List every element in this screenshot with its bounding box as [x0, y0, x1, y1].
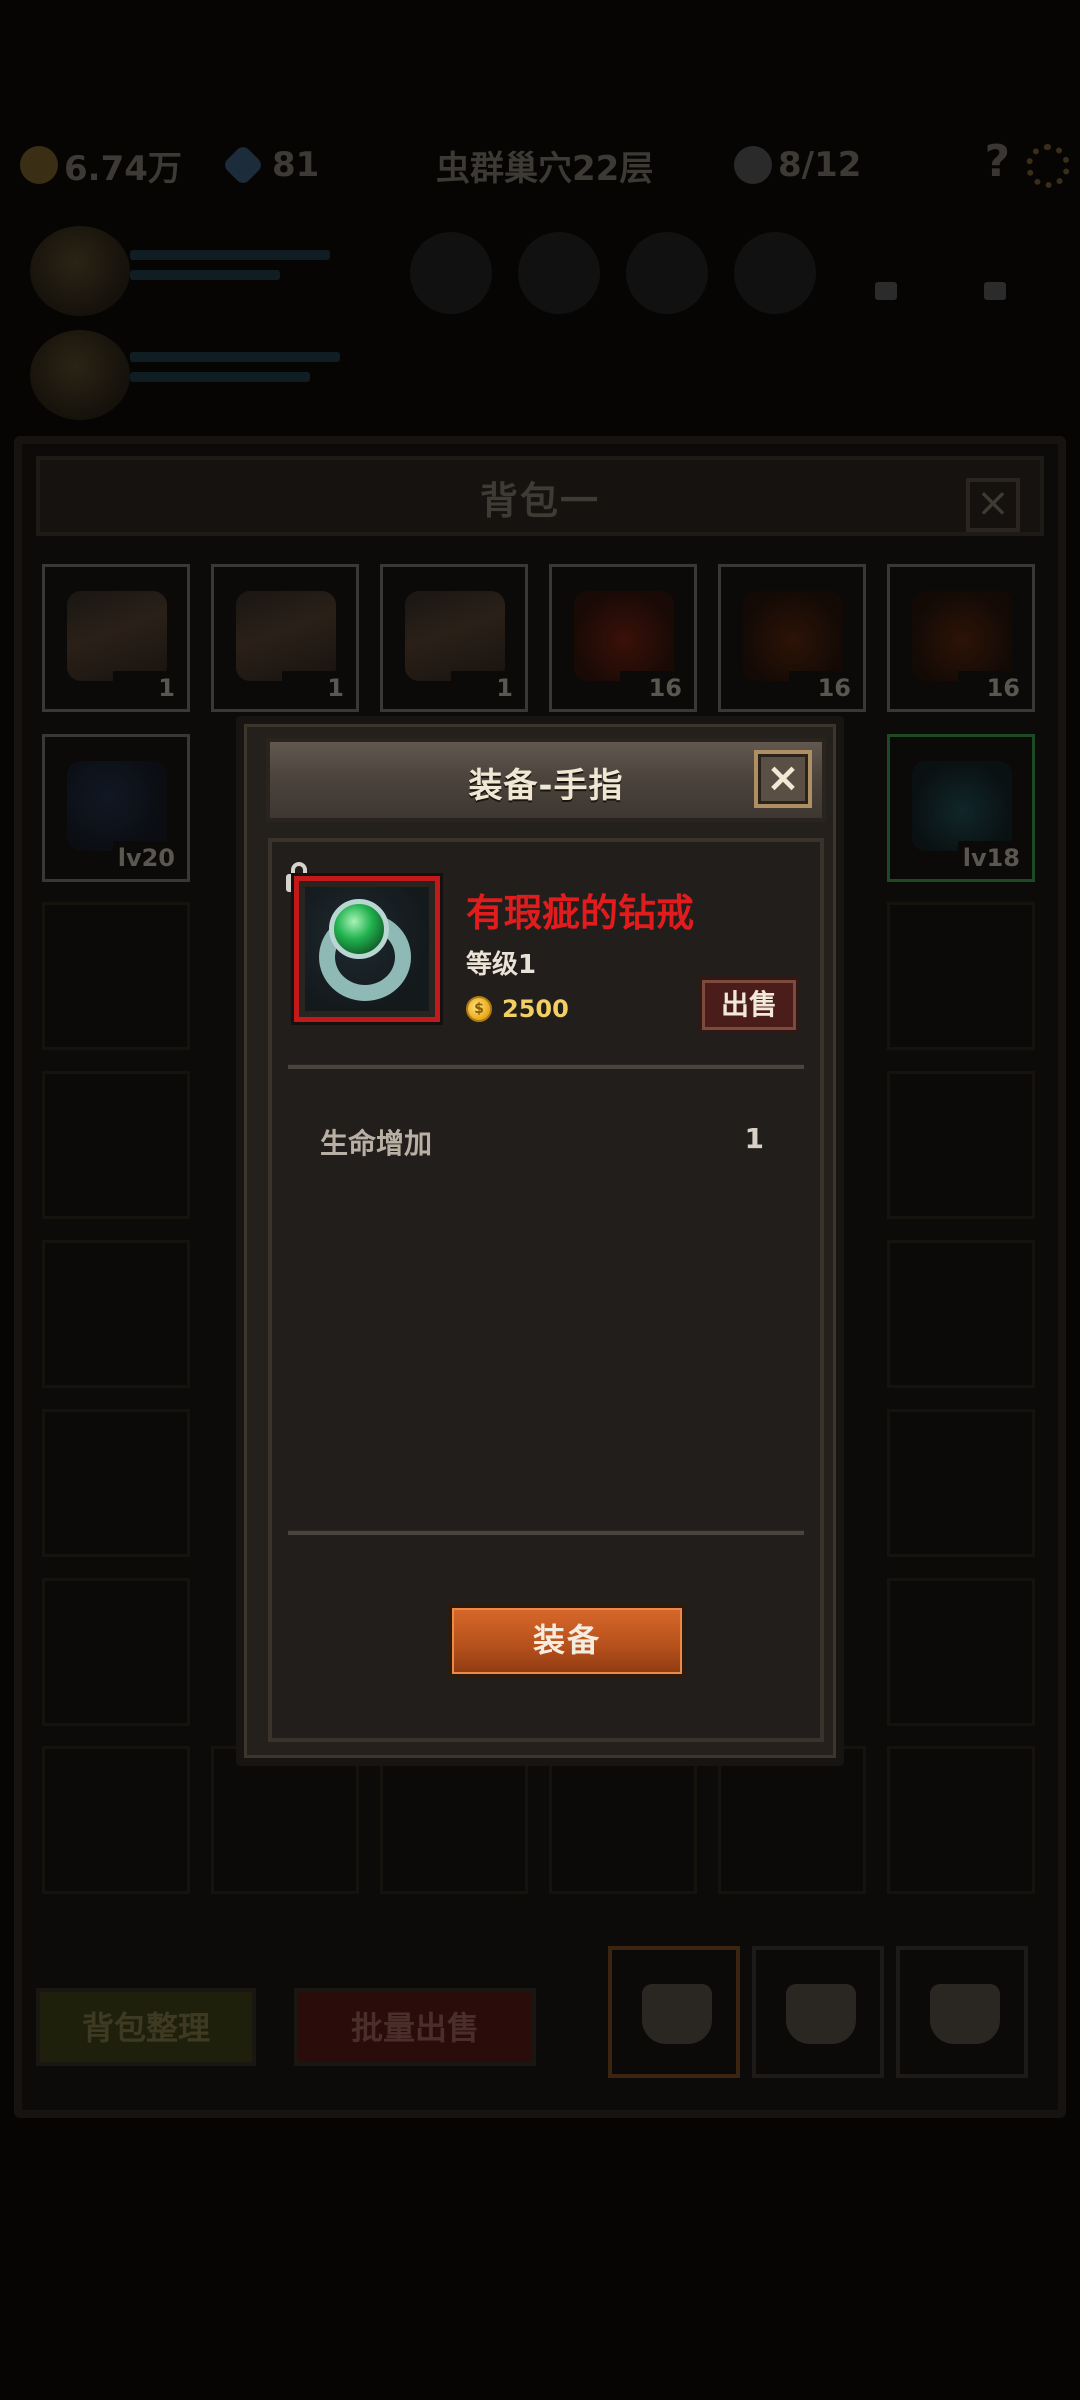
equipment-detail-dialog: 装备-手指 × 有瑕疵的钻戒 等级1 $ 2500 出售 生命增加 1 装备: [236, 716, 844, 1766]
inventory-slot-empty[interactable]: [887, 1071, 1035, 1219]
equipment-slot[interactable]: [518, 232, 600, 314]
hero-health-bar: [130, 352, 340, 362]
backpack-icon: [642, 1984, 712, 2044]
stat-name: 生命增加: [320, 1127, 433, 1160]
settings-gear-icon[interactable]: [1026, 144, 1070, 188]
inventory-slot-empty[interactable]: [887, 1746, 1035, 1894]
inventory-slot-empty[interactable]: [887, 902, 1035, 1050]
item-count: 1: [282, 671, 352, 705]
item-count: 16: [620, 671, 690, 705]
inventory-slot-empty[interactable]: [42, 1578, 190, 1726]
inventory-slot[interactable]: 1: [211, 564, 359, 712]
backpack-title: 背包一: [479, 479, 600, 523]
backpack-tab-1[interactable]: [608, 1946, 740, 2078]
inventory-slot-empty[interactable]: [380, 1746, 528, 1894]
inventory-slot-empty[interactable]: [887, 1409, 1035, 1557]
cake-icon: [405, 591, 505, 681]
sort-backpack-button[interactable]: 背包整理: [36, 1988, 256, 2066]
cake-icon: [236, 591, 336, 681]
equipment-slot[interactable]: [734, 232, 816, 314]
price-value: 2500: [502, 995, 569, 1023]
axe-icon: [67, 761, 167, 851]
inventory-slot-empty[interactable]: [549, 1746, 697, 1894]
sell-button[interactable]: 出售: [698, 976, 800, 1034]
equipment-slot[interactable]: [410, 232, 492, 314]
cake-icon: [67, 591, 167, 681]
item-count: 1: [113, 671, 183, 705]
lock-icon: [875, 282, 897, 300]
coin-icon: [20, 146, 58, 184]
backpack-tab-3[interactable]: [896, 1946, 1028, 2078]
hero-area: [20, 222, 1060, 422]
item-level: lv20: [113, 841, 183, 875]
backpack-icon: [930, 1984, 1000, 2044]
potion-icon: [574, 591, 674, 681]
inventory-slot-empty[interactable]: [42, 1409, 190, 1557]
item-count: 16: [958, 671, 1028, 705]
item-name: 有瑕疵的钻戒: [466, 891, 695, 935]
divider: [288, 1064, 804, 1069]
backpack-header: 背包一 ×: [36, 456, 1044, 536]
inventory-slot-empty[interactable]: [42, 1746, 190, 1894]
inventory-slot-empty[interactable]: [211, 1746, 359, 1894]
divider: [288, 1530, 804, 1535]
hero-avatar[interactable]: [30, 226, 130, 316]
ring-icon: [305, 887, 429, 1011]
hero-health-bar: [130, 250, 330, 260]
equip-button[interactable]: 装备: [448, 1604, 686, 1678]
hero-exp-bar: [130, 270, 280, 280]
dialog-header: 装备-手指 ×: [266, 738, 826, 822]
backpack-tab-2[interactable]: [752, 1946, 884, 2078]
inventory-slot[interactable]: 16: [549, 564, 697, 712]
inventory-slot-empty[interactable]: [718, 1746, 866, 1894]
hero-avatar[interactable]: [30, 330, 130, 420]
location-text: 虫群巢穴22层: [436, 148, 654, 189]
coin-icon: $: [466, 996, 492, 1022]
skull-icon: [734, 146, 772, 184]
inventory-slot-empty[interactable]: [42, 1240, 190, 1388]
item-level: 等级1: [466, 950, 537, 980]
gold-value: 6.74万: [64, 148, 182, 189]
amulet-icon: [912, 761, 1012, 851]
backpack-close-button[interactable]: ×: [966, 478, 1020, 532]
inventory-slot-empty[interactable]: [887, 1240, 1035, 1388]
hero-exp-bar: [130, 372, 310, 382]
skull-counter: 8/12: [734, 136, 861, 194]
gem-counter: 81: [221, 136, 320, 194]
dialog-body: 有瑕疵的钻戒 等级1 $ 2500 出售 生命增加 1 装备: [268, 838, 824, 1742]
help-button[interactable]: ?: [984, 136, 1010, 187]
inventory-slot-empty[interactable]: [42, 1071, 190, 1219]
stat-row: 生命增加 1: [320, 1122, 764, 1162]
item-price: $ 2500: [466, 992, 569, 1026]
gem-value: 81: [272, 145, 320, 185]
emerald-gem: [329, 899, 389, 959]
dialog-title: 装备-手指: [468, 766, 624, 806]
inventory-slot[interactable]: 16: [887, 564, 1035, 712]
claw-icon: [912, 591, 1012, 681]
gem-icon: [221, 143, 265, 187]
lock-icon: [984, 282, 1006, 300]
skull-value: 8/12: [778, 145, 862, 185]
dialog-close-button[interactable]: ×: [754, 750, 812, 808]
item-count: 1: [451, 671, 521, 705]
item-preview: [294, 876, 440, 1022]
inventory-slot[interactable]: 1: [380, 564, 528, 712]
claw-icon: [743, 591, 843, 681]
item-level: lv18: [958, 841, 1028, 875]
inventory-slot[interactable]: lv20: [42, 734, 190, 882]
top-resource-bar: 6.74万 81 虫群巢穴22层 8/12 ?: [0, 128, 1080, 202]
backpack-icon: [786, 1984, 856, 2044]
location-label: 虫群巢穴22层: [436, 136, 653, 194]
gold-counter: 6.74万: [20, 136, 182, 194]
stat-value: 1: [744, 1122, 764, 1155]
equipment-slot[interactable]: [626, 232, 708, 314]
item-count: 16: [789, 671, 859, 705]
bulk-sell-button[interactable]: 批量出售: [294, 1988, 536, 2066]
inventory-slot[interactable]: 1: [42, 564, 190, 712]
inventory-slot[interactable]: 16: [718, 564, 866, 712]
inventory-slot-empty[interactable]: [42, 902, 190, 1050]
inventory-slot[interactable]: lv18: [887, 734, 1035, 882]
inventory-slot-empty[interactable]: [887, 1578, 1035, 1726]
